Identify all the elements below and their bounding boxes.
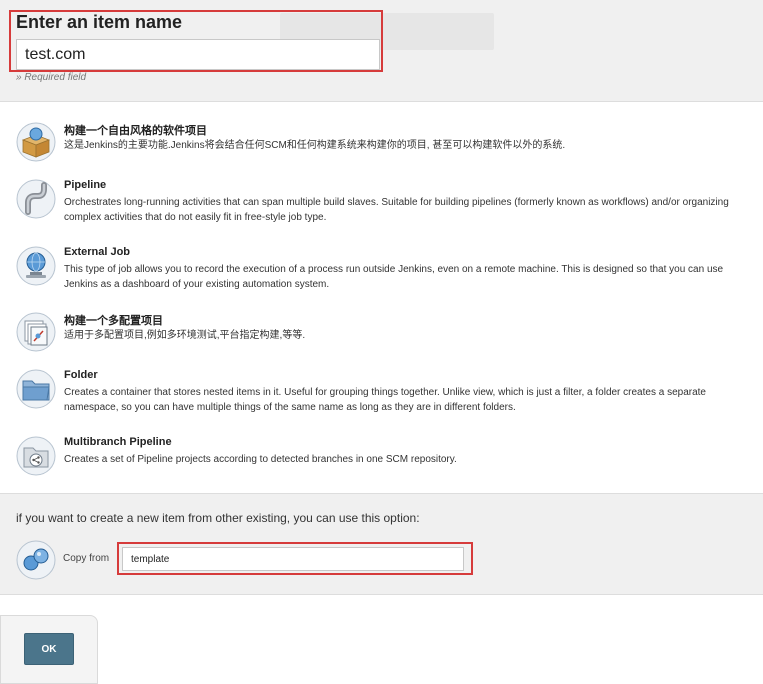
item-name-input[interactable] <box>16 39 380 70</box>
copy-from-label: Copy from <box>63 553 110 564</box>
item-type-description: This type of job allows you to record th… <box>64 264 724 290</box>
freestyle-box-icon <box>16 122 56 162</box>
item-type-label: Pipeline <box>64 179 107 191</box>
folder-icon <box>16 369 56 409</box>
item-type-freestyle[interactable]: 构建一个自由风格的软件项目 这是Jenkins的主要功能.Jenkins将会结合… <box>16 122 751 166</box>
required-field-note: » Required field <box>16 72 87 83</box>
item-type-description: Orchestrates long-running activities tha… <box>64 197 729 223</box>
item-type-description: 这是Jenkins的主要功能.Jenkins将会结合任何SCM和任何构建系统来构… <box>64 140 566 151</box>
item-type-pipeline[interactable]: Pipeline Orchestrates long-running activ… <box>16 179 751 223</box>
copy-from-input[interactable] <box>122 547 464 571</box>
item-type-label: Multibranch Pipeline <box>64 436 172 448</box>
monitor-globe-icon <box>16 246 56 286</box>
item-type-folder[interactable]: Folder Creates a container that stores n… <box>16 369 751 413</box>
copy-from-heading: if you want to create a new item from ot… <box>16 511 420 525</box>
item-type-label: 构建一个多配置项目 <box>64 315 163 327</box>
item-type-label: External Job <box>64 246 131 258</box>
item-name-section: Enter an item name » Required field <box>0 0 763 102</box>
ok-button[interactable]: OK <box>24 633 74 665</box>
copy-icon <box>16 540 56 580</box>
item-type-external-job[interactable]: External Job This type of job allows you… <box>16 246 751 290</box>
item-type-description: Creates a set of Pipeline projects accor… <box>64 454 457 465</box>
copy-from-section: if you want to create a new item from ot… <box>0 493 763 595</box>
pipeline-icon <box>16 179 56 219</box>
item-type-description: Creates a container that stores nested i… <box>64 387 706 413</box>
item-name-title: Enter an item name <box>16 12 183 32</box>
multibranch-icon <box>16 436 56 476</box>
item-type-multi-config[interactable]: 构建一个多配置项目 适用于多配置项目,例如多环境测试,平台指定构建,等等. <box>16 312 751 356</box>
item-type-multibranch-pipeline[interactable]: Multibranch Pipeline Creates a set of Pi… <box>16 436 751 480</box>
multi-config-icon <box>16 312 56 352</box>
item-type-label: Folder <box>64 369 98 381</box>
item-type-description: 适用于多配置项目,例如多环境测试,平台指定构建,等等. <box>64 330 306 341</box>
item-type-label: 构建一个自由风格的软件项目 <box>64 125 207 137</box>
